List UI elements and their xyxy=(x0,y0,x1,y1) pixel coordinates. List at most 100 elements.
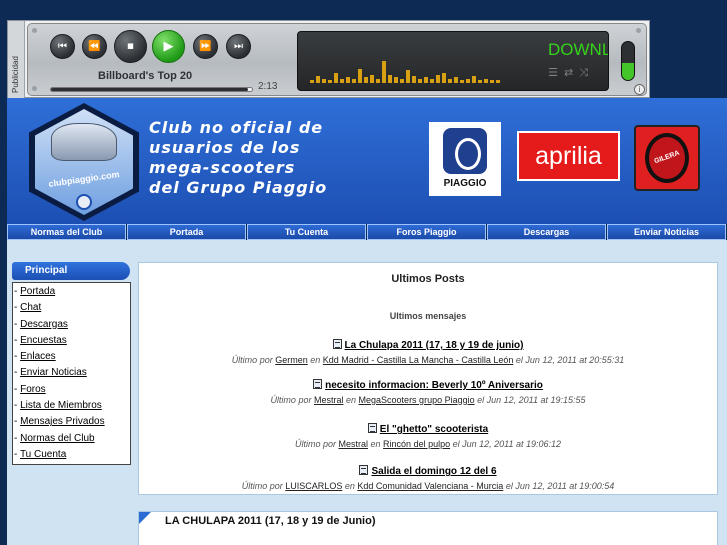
nav-normas-del-club[interactable]: Normas del Club xyxy=(7,224,126,240)
posts-title: Ultimos Posts xyxy=(391,273,465,285)
nav-enviar-noticias[interactable]: Enviar Noticias xyxy=(607,224,726,240)
post-title-link[interactable]: La Chulapa 2011 (17, 18 y 19 de junio) xyxy=(345,340,524,351)
post-title-link[interactable]: Salida el domingo 12 del 6 xyxy=(371,466,496,477)
play-button[interactable]: ▶ xyxy=(152,30,185,63)
post-author-link[interactable]: LUISCARLOS xyxy=(285,481,342,491)
post-meta-prefix: Último por xyxy=(231,355,273,365)
equalizer-bar xyxy=(316,76,320,83)
sidebar-item-label[interactable]: Normas del Club xyxy=(20,433,94,444)
sidebar-item-enviar-noticias[interactable]: - Enviar Noticias xyxy=(13,365,130,381)
post-item: necesito informacion: Beverly 10º Aniver… xyxy=(139,379,717,405)
post-meta-prefix: Último por xyxy=(294,439,336,449)
post-author-link[interactable]: Mestral xyxy=(338,439,368,449)
sidebar-item-label[interactable]: Descargas xyxy=(20,319,68,330)
volume-slider[interactable] xyxy=(621,41,635,81)
post-meta-in: en xyxy=(346,395,357,405)
play-icon: ▶ xyxy=(163,39,174,54)
sidebar-item-normas-del-club[interactable]: - Normas del Club xyxy=(13,431,130,447)
banner-slogan: Club no oficial de usuarios de los mega-… xyxy=(149,118,409,198)
equalizer-bar xyxy=(322,79,326,83)
sidebar-item-label[interactable]: Encuestas xyxy=(20,335,67,346)
post-title-link[interactable]: El "ghetto" scooterista xyxy=(380,424,488,435)
topic-icon xyxy=(367,423,377,433)
post-date: el Jun 12, 2011 at 19:15:55 xyxy=(477,395,586,405)
sidebar-item-label[interactable]: Mensajes Privados xyxy=(20,416,104,427)
progress-fill xyxy=(51,88,248,91)
sidebar-item-mensajes-privados[interactable]: - Mensajes Privados xyxy=(13,414,130,430)
sidebar-item-label[interactable]: Foros xyxy=(20,384,46,395)
stop-button[interactable]: ⏹ xyxy=(114,30,147,63)
topic-icon xyxy=(359,465,369,475)
sidebar-item-portada[interactable]: - Portada xyxy=(13,284,130,300)
post-item: Salida el domingo 12 del 6 Último por LU… xyxy=(139,465,717,491)
sidebar-item-label[interactable]: Enviar Noticias xyxy=(20,367,87,378)
nav-portada[interactable]: Portada xyxy=(127,224,246,240)
aprilia-logo: aprilia xyxy=(517,131,620,181)
sidebar-item-label[interactable]: Enlaces xyxy=(20,351,56,362)
post-title[interactable]: Salida el domingo 12 del 6 xyxy=(139,465,717,477)
equalizer-bar xyxy=(400,79,404,83)
scooter-image xyxy=(51,123,117,161)
sidebar-item-descargas[interactable]: - Descargas xyxy=(13,317,130,333)
post-meta-prefix: Último por xyxy=(270,395,312,405)
sidebar-item-lista-de-miembros[interactable]: - Lista de Miembros xyxy=(13,398,130,414)
main-content: Principal - Portada - Chat - Descargas -… xyxy=(7,240,727,545)
sidebar-item-label[interactable]: Lista de Miembros xyxy=(20,400,102,411)
post-title[interactable]: El "ghetto" scooterista xyxy=(139,423,717,435)
equalizer-bar xyxy=(310,80,314,83)
topic-icon xyxy=(313,379,323,389)
nav-descargas[interactable]: Descargas xyxy=(487,224,606,240)
post-author-link[interactable]: Mestral xyxy=(314,395,344,405)
sidebar-item-label[interactable]: Chat xyxy=(20,302,41,313)
music-player: ⏮ ⏪ ⏹ ▶ ⏩ ⏭ Billboard's Top 20 2:13 DOWN… xyxy=(27,23,647,96)
forward-button[interactable]: ⏩ xyxy=(193,34,218,59)
equalizer xyxy=(310,55,500,83)
slogan-line: del Grupo Piaggio xyxy=(149,178,328,197)
info-icon[interactable]: i xyxy=(634,84,645,95)
screw-icon xyxy=(32,28,37,33)
post-meta-in: en xyxy=(310,355,321,365)
rewind-button[interactable]: ⏪ xyxy=(82,34,107,59)
previous-button[interactable]: ⏮ xyxy=(50,34,75,59)
piaggio-badge-icon xyxy=(76,194,92,210)
volume-fill xyxy=(622,62,634,80)
sidebar-item-enlaces[interactable]: - Enlaces xyxy=(13,349,130,365)
equalizer-bar xyxy=(364,77,368,83)
post-date: el Jun 12, 2011 at 20:55:31 xyxy=(515,355,625,365)
post-title[interactable]: necesito informacion: Beverly 10º Aniver… xyxy=(139,379,717,391)
post-forum-link[interactable]: Kdd Comunidad Valenciana - Murcia xyxy=(357,481,503,491)
post-title[interactable]: La Chulapa 2011 (17, 18 y 19 de junio) xyxy=(139,339,717,351)
repeat-icon[interactable]: ⇄ xyxy=(564,66,579,79)
shuffle-icon[interactable]: ⤨ xyxy=(579,66,594,79)
equalizer-bar xyxy=(478,80,482,83)
equalizer-bar xyxy=(376,79,380,83)
piaggio-shield-icon xyxy=(443,128,487,174)
sidebar-item-foros[interactable]: - Foros xyxy=(13,382,130,398)
post-author-link[interactable]: Germen xyxy=(275,355,308,365)
sidebar-item-label[interactable]: Portada xyxy=(20,286,55,297)
post-forum-link[interactable]: Rincón del pulpo xyxy=(383,439,450,449)
post-forum-link[interactable]: MegaScooters grupo Piaggio xyxy=(359,395,475,405)
article-title[interactable]: LA CHULAPA 2011 (17, 18 y 19 de Junio) xyxy=(165,515,376,527)
piaggio-logo: PIAGGIO xyxy=(429,122,501,196)
post-forum-link[interactable]: Kdd Madrid - Castilla La Mancha - Castil… xyxy=(323,355,514,365)
equalizer-bar xyxy=(388,75,392,83)
nav-tu-cuenta[interactable]: Tu Cuenta xyxy=(247,224,366,240)
sidebar-item-encuestas[interactable]: - Encuestas xyxy=(13,333,130,349)
playlist-icon[interactable]: ☰ xyxy=(548,66,564,79)
post-meta: Último por LUISCARLOS en Kdd Comunidad V… xyxy=(139,481,717,491)
latest-posts-block: Ultimos Posts Ultimos mensajes La Chulap… xyxy=(138,262,718,495)
post-title-link[interactable]: necesito informacion: Beverly 10º Aniver… xyxy=(325,380,543,391)
equalizer-bar xyxy=(442,73,446,83)
post-item: El "ghetto" scooterista Último por Mestr… xyxy=(139,423,717,449)
sidebar-item-label[interactable]: Tu Cuenta xyxy=(20,449,66,460)
post-meta-prefix: Último por xyxy=(241,481,283,491)
post-meta-in: en xyxy=(370,439,381,449)
next-button[interactable]: ⏭ xyxy=(226,34,251,59)
equalizer-bar xyxy=(472,76,476,83)
progress-bar[interactable] xyxy=(50,87,253,92)
sidebar-item-chat[interactable]: - Chat xyxy=(13,300,130,316)
sidebar-item-tu-cuenta[interactable]: - Tu Cuenta xyxy=(13,447,130,463)
corner-decoration xyxy=(139,512,151,524)
nav-foros-piaggio[interactable]: Foros Piaggio xyxy=(367,224,486,240)
